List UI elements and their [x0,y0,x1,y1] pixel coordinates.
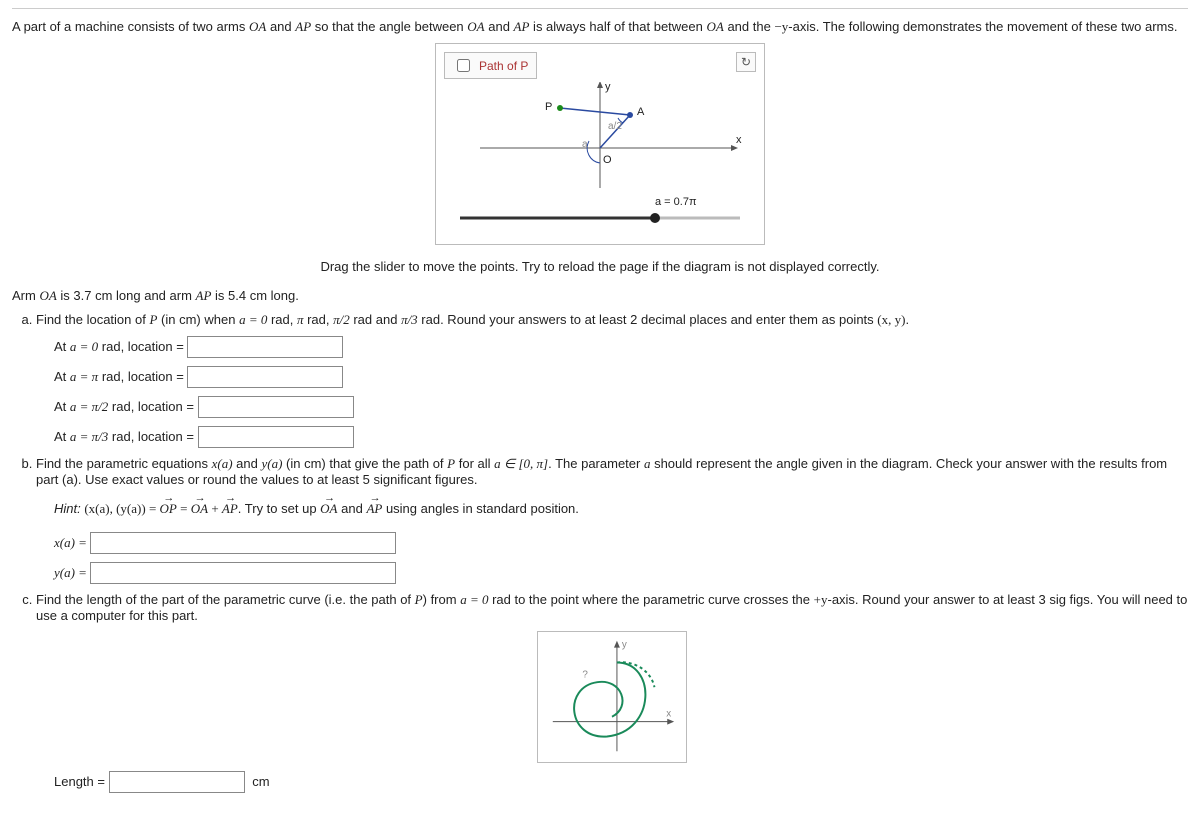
part-a-row-3: At a = π/3 rad, location = [54,426,1188,448]
part-b-input-x[interactable] [90,532,396,554]
drag-slider-note: Drag the slider to move the points. Try … [12,259,1188,274]
reload-icon[interactable]: ↻ [736,52,756,72]
part-a-input-0[interactable] [187,336,343,358]
part-c-input-length[interactable] [109,771,245,793]
svg-text:P: P [545,101,552,113]
part-a-input-2[interactable] [198,396,354,418]
part-a-row-2: At a = π/2 rad, location = [54,396,1188,418]
diagram-path: y x ? [537,631,687,763]
svg-text:a: a [582,139,588,150]
arm-lengths: Arm OA is 3.7 cm long and arm AP is 5.4 … [12,288,1188,304]
path-of-p-checkbox[interactable]: Path of P [444,52,537,79]
svg-text:a = 0.7π: a = 0.7π [655,196,697,208]
part-a-row-0: At a = 0 rad, location = [54,336,1188,358]
part-a-input-1[interactable] [187,366,343,388]
part-c: Find the length of the part of the param… [36,592,1188,793]
part-a: Find the location of P (in cm) when a = … [36,312,1188,448]
svg-text:y: y [622,639,627,650]
diagram-main[interactable]: Path of P ↻ y x O A P [435,43,765,245]
svg-text:?: ? [582,669,588,680]
unit-cm: cm [252,774,269,789]
intro-text: A part of a machine consists of two arms… [12,19,1188,35]
part-b: Find the parametric equations x(a) and y… [36,456,1188,584]
svg-text:y: y [605,82,611,93]
path-of-p-label: Path of P [479,59,528,73]
part-a-row-1: At a = π rad, location = [54,366,1188,388]
svg-text:a/2: a/2 [608,121,622,132]
path-of-p-input[interactable] [457,59,470,72]
part-a-input-3[interactable] [198,426,354,448]
svg-text:x: x [666,708,671,719]
svg-text:x: x [736,134,742,146]
svg-text:A: A [637,106,645,118]
part-b-input-y[interactable] [90,562,396,584]
svg-text:O: O [603,154,612,166]
